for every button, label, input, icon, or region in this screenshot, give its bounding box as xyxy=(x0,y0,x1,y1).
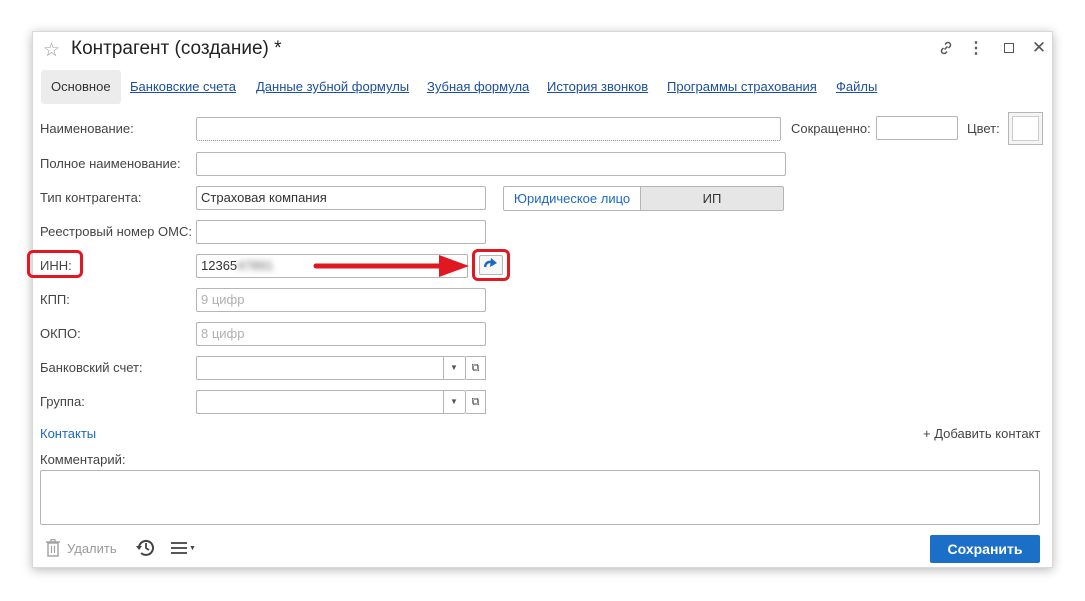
okpo-label: ОКПО: xyxy=(40,326,81,341)
legal-entity-toggle[interactable]: Юридическое лицо xyxy=(503,186,641,211)
group-open-icon[interactable]: ⧉ xyxy=(466,390,486,414)
fill-by-inn-icon xyxy=(479,255,503,275)
tab-insurance-programs[interactable]: Программы страхования xyxy=(667,70,817,104)
bank-account-dropdown-icon[interactable]: ▼ xyxy=(443,357,464,379)
tab-call-history[interactable]: История звонков xyxy=(547,70,648,104)
oms-number-label: Реестровый номер ОМС: xyxy=(40,224,192,239)
full-name-label: Полное наименование: xyxy=(40,156,181,171)
maximize-icon[interactable] xyxy=(998,37,1020,59)
inn-value-blurred: 47891 xyxy=(237,258,274,273)
pointer-arrow-icon xyxy=(313,255,469,277)
save-button[interactable]: Сохранить xyxy=(930,535,1040,563)
group-select[interactable]: ▼ xyxy=(196,390,466,414)
close-icon[interactable]: ✕ xyxy=(1028,37,1050,59)
group-dropdown-icon[interactable]: ▼ xyxy=(443,391,464,413)
delete-button[interactable]: Удалить xyxy=(45,539,117,557)
bank-account-label: Банковский счет: xyxy=(40,360,143,375)
add-contact-button[interactable]: + Добавить контакт xyxy=(923,426,1040,441)
color-picker[interactable] xyxy=(1008,112,1043,145)
name-label: Наименование: xyxy=(40,121,134,136)
tab-dental-formula-data[interactable]: Данные зубной формулы xyxy=(256,70,409,104)
fill-by-inn-button[interactable] xyxy=(472,249,510,281)
menu-lines-icon xyxy=(171,542,187,554)
window-title: Контрагент (создание) * xyxy=(71,38,282,59)
kpp-label: КПП: xyxy=(40,292,70,307)
inn-value: 12365 xyxy=(201,258,238,273)
tab-files[interactable]: Файлы xyxy=(836,70,877,104)
full-name-input[interactable] xyxy=(196,152,786,176)
trash-icon xyxy=(46,539,60,557)
short-name-input[interactable] xyxy=(876,116,958,140)
color-label: Цвет: xyxy=(967,121,1000,136)
short-name-label: Сокращенно: xyxy=(791,121,871,136)
contacts-link[interactable]: Контакты xyxy=(40,426,96,441)
history-button[interactable] xyxy=(135,537,157,562)
name-input[interactable] xyxy=(196,117,781,141)
inn-label: ИНН: xyxy=(40,258,72,273)
comment-textarea[interactable] xyxy=(40,470,1040,525)
group-label: Группа: xyxy=(40,394,85,409)
counterparty-window: ☆ Контрагент (создание) * ⋮ ✕ Основное Б… xyxy=(27,31,1053,568)
history-icon xyxy=(136,539,154,556)
individual-entrepreneur-toggle[interactable]: ИП xyxy=(640,186,784,211)
tab-bank-accounts[interactable]: Банковские счета xyxy=(130,70,236,104)
link-icon[interactable] xyxy=(935,37,957,59)
chevron-down-icon: ▼ xyxy=(189,544,196,552)
oms-number-input[interactable] xyxy=(196,220,486,244)
tab-main[interactable]: Основное xyxy=(41,70,121,104)
more-menu-icon[interactable]: ⋮ xyxy=(965,37,987,59)
more-actions-menu[interactable]: ▼ xyxy=(171,541,196,555)
bank-account-open-icon[interactable]: ⧉ xyxy=(466,356,486,380)
counterparty-type-label: Тип контрагента: xyxy=(40,190,142,205)
tab-dental-formula[interactable]: Зубная формула xyxy=(427,70,529,104)
counterparty-type-input[interactable]: Страховая компания xyxy=(196,186,486,210)
comment-label: Комментарий: xyxy=(40,452,126,467)
delete-label: Удалить xyxy=(67,540,117,556)
bank-account-select[interactable]: ▼ xyxy=(196,356,466,380)
favorite-star-icon[interactable]: ☆ xyxy=(43,39,60,62)
kpp-input[interactable]: 9 цифр xyxy=(196,288,486,312)
okpo-input[interactable]: 8 цифр xyxy=(196,322,486,346)
